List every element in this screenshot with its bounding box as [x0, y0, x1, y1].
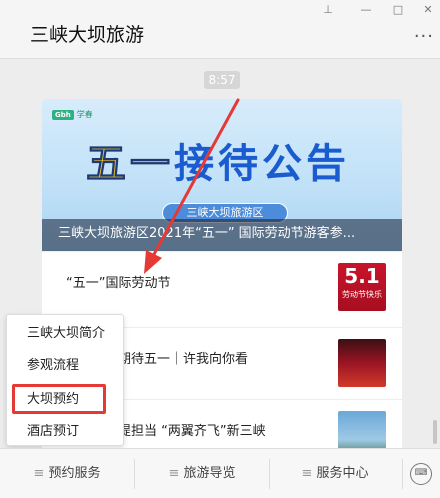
- article-thumbnail: [338, 411, 386, 448]
- article-title: 提担当 “两翼齐飞”新三峡: [118, 424, 266, 439]
- brand-logo: Gbh 学春: [52, 109, 93, 120]
- tab-travel-guide[interactable]: ≡ 旅游导览: [135, 449, 269, 498]
- banner-image[interactable]: Gbh 学春 五一接待公告 三峡大坝旅游区 三峡大坝旅游区2021年“五一” 国际…: [42, 99, 402, 251]
- article-thumbnail: 5.1 劳动节快乐: [338, 263, 386, 311]
- timestamp: 8:57: [204, 71, 240, 89]
- article-thumbnail: [338, 339, 386, 387]
- more-options-icon[interactable]: ···: [414, 26, 434, 47]
- tab-service-center[interactable]: ≡ 服务中心: [270, 449, 400, 498]
- bottom-menu-bar: ≡ 预约服务 ≡ 旅游导览 ≡ 服务中心 ⌨: [0, 448, 440, 498]
- service-popup-menu: 三峡大坝简介 参观流程 大坝预约 酒店预订: [6, 314, 124, 446]
- title-bar: ⊥ — □ ✕ 三峡大坝旅游 ···: [0, 0, 440, 58]
- banner-headline: 五一接待公告: [86, 141, 350, 188]
- menu-icon: ≡: [33, 466, 45, 481]
- article-item[interactable]: “五一”国际劳动节 5.1 劳动节快乐: [42, 251, 402, 311]
- divider: [402, 459, 403, 489]
- main-article-title[interactable]: 三峡大坝旅游区2021年“五一” 国际劳动节游客参...: [42, 219, 402, 251]
- maximize-icon[interactable]: □: [390, 3, 406, 16]
- menu-item-dam-intro[interactable]: 三峡大坝简介: [7, 319, 125, 349]
- tab-booking-service[interactable]: ≡ 预约服务: [0, 449, 134, 498]
- scrollbar[interactable]: [433, 420, 437, 444]
- article-title: “五一”国际劳动节: [66, 276, 171, 291]
- minimize-icon[interactable]: —: [358, 3, 374, 16]
- article-title: 期待五一｜许我向你看: [118, 352, 249, 367]
- highlight-box: [12, 384, 106, 414]
- chat-title: 三峡大坝旅游: [30, 24, 145, 46]
- pin-icon[interactable]: ⊥: [320, 3, 336, 16]
- close-icon[interactable]: ✕: [420, 3, 436, 16]
- menu-item-visit-process[interactable]: 参观流程: [7, 351, 125, 381]
- menu-icon: ≡: [168, 466, 180, 481]
- keyboard-icon[interactable]: ⌨: [410, 463, 432, 485]
- menu-icon: ≡: [301, 466, 313, 481]
- menu-item-hotel-booking[interactable]: 酒店预订: [7, 417, 125, 447]
